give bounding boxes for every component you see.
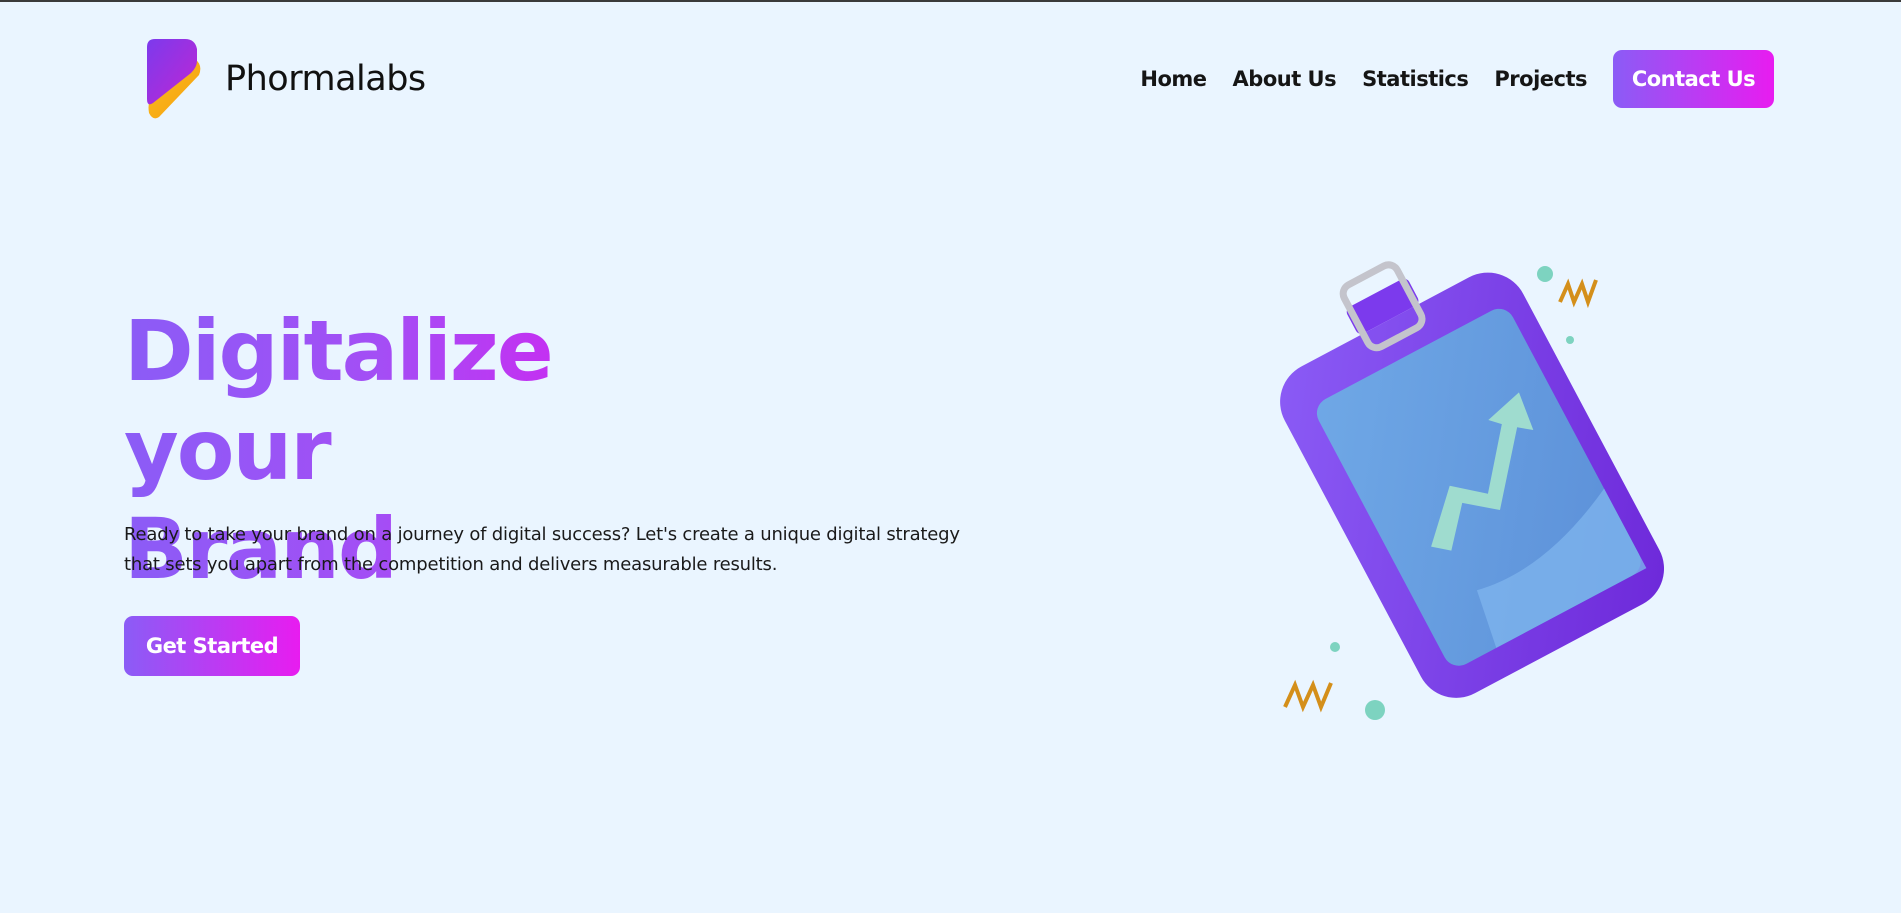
brand-name: Phormalabs <box>225 59 426 99</box>
logo-icon <box>147 39 201 119</box>
hero-description: Ready to take your brand on a journey of… <box>124 524 960 575</box>
logo[interactable]: Phormalabs <box>145 39 426 119</box>
nav-statistics[interactable]: Statistics <box>1362 67 1469 91</box>
clipboard-growth-icon <box>1280 261 1665 720</box>
get-started-button[interactable]: Get Started <box>124 616 300 676</box>
nav-about-us[interactable]: About Us <box>1233 67 1337 91</box>
main-nav: Home About Us Statistics Projects Contac… <box>1140 50 1774 108</box>
hero-title-line1: Digitalize your <box>124 302 552 499</box>
nav-home[interactable]: Home <box>1140 67 1207 91</box>
nav-projects[interactable]: Projects <box>1494 67 1587 91</box>
contact-us-button[interactable]: Contact Us <box>1613 50 1774 108</box>
